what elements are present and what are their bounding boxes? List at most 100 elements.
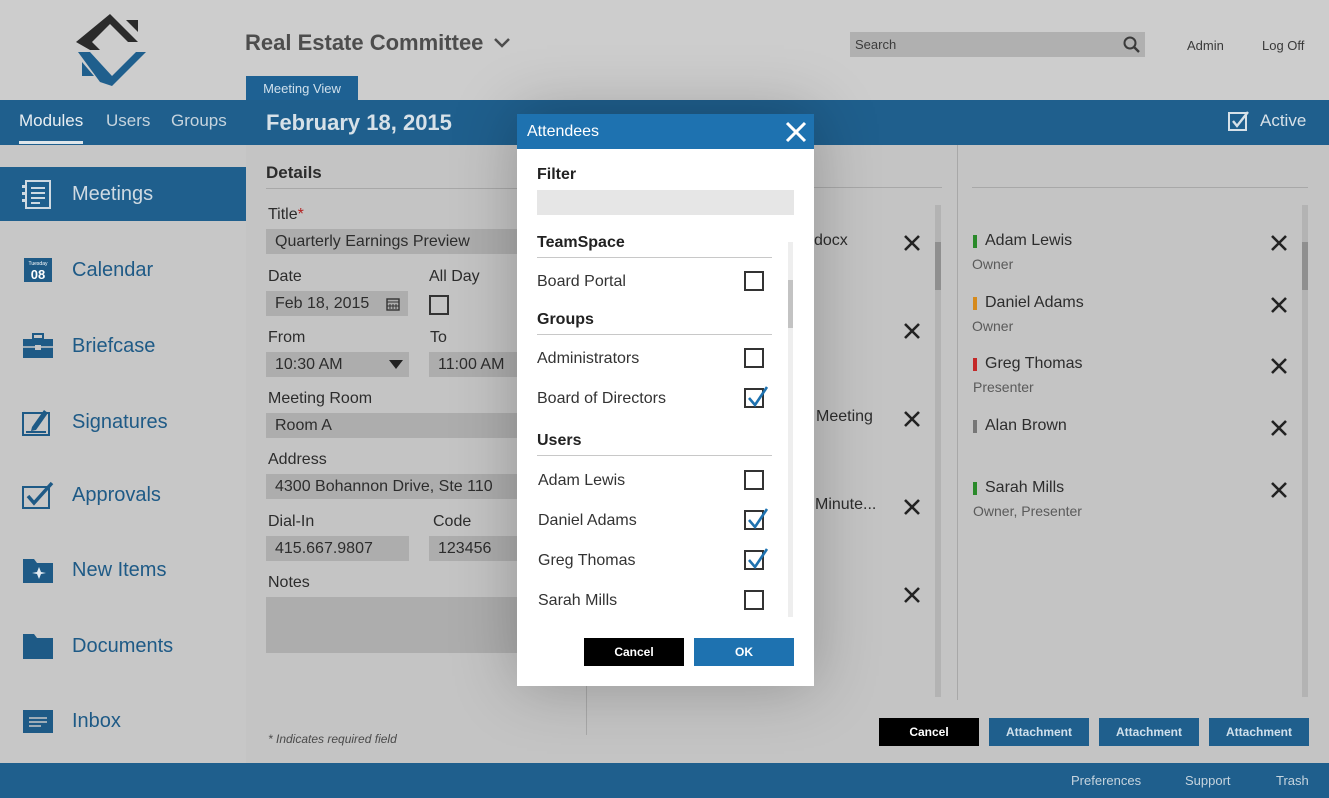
code-label: Code	[433, 513, 472, 530]
dialog-ok-button[interactable]: OK	[694, 638, 794, 666]
sidebar-item-calendar[interactable]: Tuesday 08 Calendar	[0, 243, 246, 297]
logoff-link[interactable]: Log Off	[1262, 38, 1304, 53]
app-logo	[76, 14, 146, 86]
greg-thomas-checkbox[interactable]	[744, 548, 769, 570]
list-item: Board Portal	[537, 273, 626, 290]
room-select[interactable]: Room A	[266, 413, 526, 438]
attendee-name: Adam Lewis	[973, 232, 1072, 250]
attachment-button[interactable]: Attachment	[989, 718, 1089, 746]
from-label: From	[268, 329, 306, 346]
divider	[537, 455, 772, 456]
remove-attendee-icon[interactable]	[1270, 419, 1288, 437]
search-box	[850, 32, 1145, 57]
top-header: Real Estate Committee Meeting View Admin…	[0, 0, 1329, 100]
sidebar-item-briefcase[interactable]: Briefcase	[0, 319, 246, 373]
remove-attendee-icon[interactable]	[1270, 296, 1288, 314]
document-name[interactable]: docx	[814, 232, 848, 250]
date-field[interactable]: Feb 18, 2015	[266, 291, 408, 316]
notes-field[interactable]	[266, 597, 526, 653]
new-items-icon	[23, 559, 53, 583]
allday-checkbox[interactable]	[429, 295, 449, 315]
list-item: Daniel Adams	[538, 512, 637, 529]
adam-lewis-checkbox[interactable]	[744, 470, 764, 490]
preferences-link[interactable]: Preferences	[1071, 773, 1141, 788]
dialin-label: Dial-In	[268, 513, 315, 530]
tab-users[interactable]: Users	[106, 111, 150, 131]
checkmark-icon	[748, 386, 769, 408]
divider	[537, 334, 772, 335]
title-field[interactable]: Quarterly Earnings Preview	[266, 229, 526, 254]
list-item: Greg Thomas	[538, 552, 636, 569]
remove-document-icon[interactable]	[903, 322, 921, 340]
list-item: Sarah Mills	[538, 592, 618, 609]
tab-groups[interactable]: Groups	[171, 111, 227, 131]
trash-link[interactable]: Trash	[1276, 773, 1309, 788]
search-input[interactable]	[855, 37, 1119, 52]
to-select[interactable]: 11:00 AM	[429, 352, 529, 377]
board-of-directors-checkbox[interactable]	[744, 386, 769, 408]
documents-scrollbar[interactable]	[935, 205, 941, 697]
administrators-checkbox[interactable]	[744, 348, 764, 368]
dialin-field[interactable]: 415.667.9807	[266, 536, 409, 561]
divider	[972, 187, 1308, 188]
committee-selector[interactable]: Real Estate Committee	[245, 30, 511, 56]
sidebar-item-approvals[interactable]: Approvals	[0, 468, 246, 522]
users-heading: Users	[537, 432, 582, 449]
attendees-scrollbar[interactable]	[1302, 205, 1308, 697]
admin-link[interactable]: Admin	[1187, 38, 1224, 53]
support-link[interactable]: Support	[1185, 773, 1231, 788]
tab-modules[interactable]: Modules	[19, 111, 84, 144]
list-item: Adam Lewis	[538, 472, 626, 489]
sidebar-item-inbox[interactable]: Inbox	[0, 694, 246, 748]
board-portal-checkbox[interactable]	[744, 271, 764, 291]
sidebar-item-signatures[interactable]: Signatures	[0, 395, 246, 449]
page-title: February 18, 2015	[266, 110, 452, 135]
remove-document-icon[interactable]	[903, 234, 921, 252]
notes-label: Notes	[268, 574, 310, 591]
details-heading: Details	[266, 163, 322, 182]
sarah-mills-checkbox[interactable]	[744, 590, 764, 610]
briefcase-icon	[23, 333, 53, 358]
sidebar-item-documents[interactable]: Documents	[0, 619, 246, 673]
remove-attendee-icon[interactable]	[1270, 234, 1288, 252]
sidebar-item-meetings[interactable]: Meetings	[0, 167, 246, 221]
remove-attendee-icon[interactable]	[1270, 481, 1288, 499]
active-toggle[interactable]: Active	[1228, 110, 1306, 132]
attendee-name: Daniel Adams	[973, 294, 1084, 312]
remove-document-icon[interactable]	[903, 410, 921, 428]
dialog-scrollbar[interactable]	[788, 242, 793, 617]
dropdown-arrow-icon	[389, 360, 403, 369]
document-name[interactable]: Meeting	[816, 408, 873, 426]
dialog-cancel-button[interactable]: Cancel	[584, 638, 684, 666]
sidebar-item-new-items[interactable]: New Items	[0, 543, 246, 597]
chevron-down-icon	[494, 38, 511, 48]
remove-document-icon[interactable]	[903, 586, 921, 604]
required-note: * Indicates required field	[268, 732, 397, 746]
daniel-adams-checkbox[interactable]	[744, 508, 769, 530]
attachment-button[interactable]: Attachment	[1099, 718, 1199, 746]
approvals-icon	[22, 481, 54, 509]
cancel-button[interactable]: Cancel	[879, 718, 979, 746]
remove-attendee-icon[interactable]	[1270, 357, 1288, 375]
document-name[interactable]: Minute...	[815, 496, 876, 514]
dialog-header: Attendees	[517, 114, 814, 149]
inbox-icon	[23, 710, 53, 733]
remove-document-icon[interactable]	[903, 498, 921, 516]
calendar-picker-icon[interactable]	[386, 297, 400, 311]
from-select[interactable]: 10:30 AM	[266, 352, 409, 377]
sidebar-item-label: New Items	[72, 558, 167, 581]
date-label: Date	[268, 268, 302, 285]
allday-label: All Day	[429, 268, 480, 285]
close-icon[interactable]	[784, 120, 808, 144]
filter-label: Filter	[537, 166, 577, 183]
room-label: Meeting Room	[268, 390, 373, 407]
meetings-icon	[22, 180, 51, 209]
sidebar-item-label: Approvals	[72, 483, 161, 506]
search-icon[interactable]	[1119, 32, 1145, 57]
attachment-button[interactable]: Attachment	[1209, 718, 1309, 746]
code-field[interactable]: 123456	[429, 536, 529, 561]
filter-input[interactable]	[537, 190, 794, 215]
sidebar-item-label: Inbox	[72, 709, 121, 732]
address-field[interactable]: 4300 Bohannon Drive, Ste 110	[266, 474, 526, 499]
tab-meeting-view[interactable]: Meeting View	[246, 76, 358, 100]
